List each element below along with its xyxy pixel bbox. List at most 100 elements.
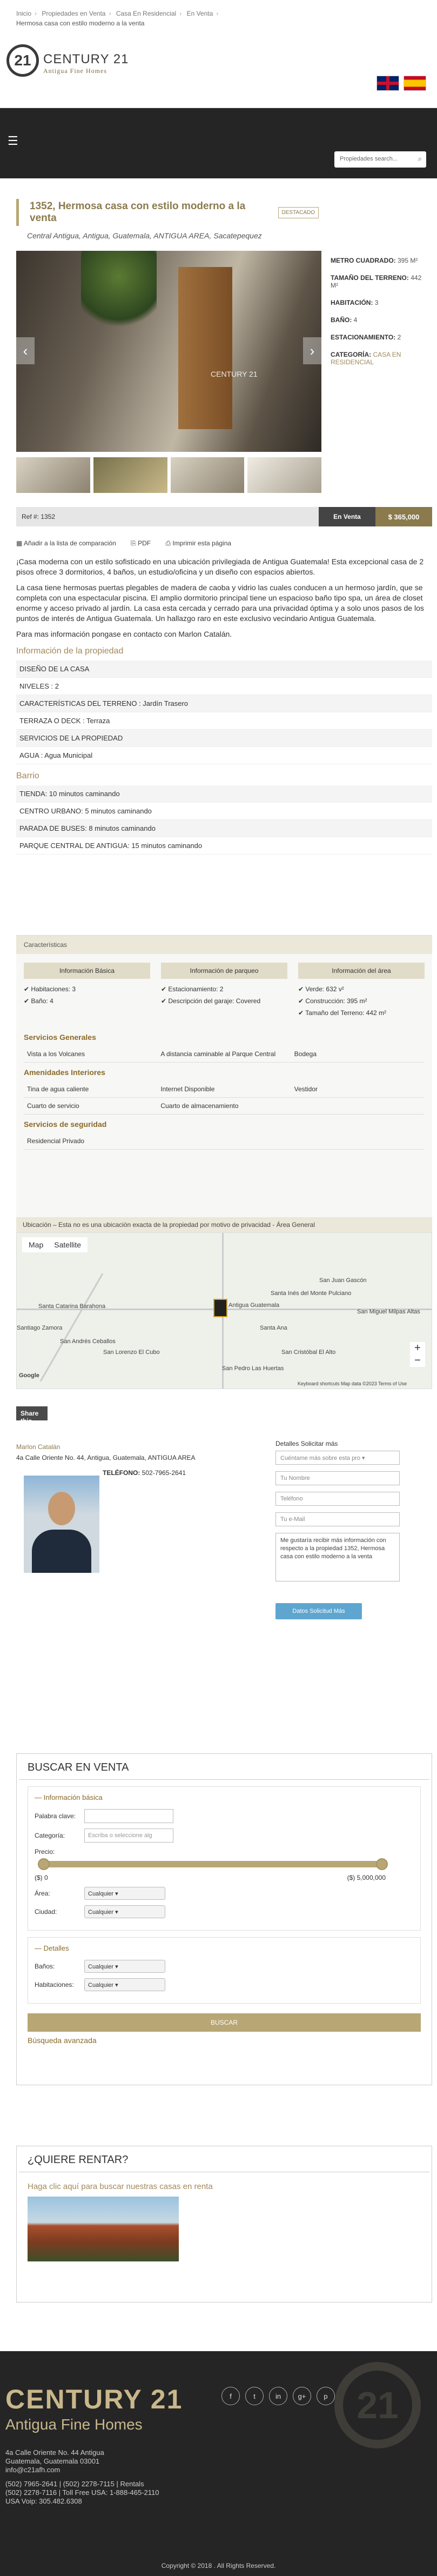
page-title: 1352, Hermosa casa con estilo moderno a … bbox=[30, 201, 246, 224]
linkedin-icon[interactable]: in bbox=[269, 2387, 287, 2405]
amenity-item bbox=[157, 1133, 291, 1150]
feature-col-title: Información del área bbox=[298, 963, 425, 979]
photo-gallery[interactable]: CENTURY 21 ‹ › bbox=[16, 251, 321, 452]
feature-item: ✔ Descripción del garaje: Covered bbox=[161, 997, 261, 1005]
spec-baths: BAÑO: 4 bbox=[331, 316, 358, 324]
google-logo: Google bbox=[19, 1372, 39, 1379]
details-legend: — Detalles bbox=[35, 1944, 69, 1952]
facebook-icon[interactable]: f bbox=[221, 2387, 240, 2405]
rooms-select[interactable]: Cualquier ▾ bbox=[84, 1978, 165, 1991]
submit-request-button[interactable]: Datos Solicitud Más bbox=[275, 1603, 362, 1619]
category-label: Categoría: bbox=[35, 1832, 65, 1839]
site-header: 21 CENTURY 21 Antigua Fine Homes bbox=[0, 38, 437, 108]
feature-item: ✔ Tamaño del Terreno: 442 m² bbox=[298, 1009, 387, 1017]
property-title-block: 1352, Hermosa casa con estilo moderno a … bbox=[16, 199, 319, 226]
search-placeholder: Propiedades search... bbox=[340, 156, 398, 162]
price-slider[interactable] bbox=[38, 1858, 388, 1870]
breadcrumb-sale[interactable]: Propiedades en Venta bbox=[42, 10, 105, 17]
map-pin-icon[interactable] bbox=[213, 1299, 227, 1317]
feature-col-basic: Información Básica ✔ Habitaciones: 3 ✔ B… bbox=[24, 963, 150, 1019]
breadcrumb-home[interactable]: Inicio bbox=[16, 10, 31, 17]
advanced-search-link[interactable]: Búsqueda avanzada bbox=[28, 2036, 421, 2045]
pinterest-icon[interactable]: p bbox=[317, 2387, 335, 2405]
features-panel: Características Información Básica ✔ Hab… bbox=[16, 935, 432, 1217]
search-icon[interactable]: ⌕ bbox=[418, 155, 422, 163]
rent-widget: ¿QUIERE RENTAR? Haga clic aquí para busc… bbox=[16, 2146, 432, 2303]
breadcrumb-forsale[interactable]: En Venta bbox=[187, 10, 213, 17]
map-zoom-control[interactable]: + − bbox=[410, 1342, 425, 1367]
amenity-item: Internet Disponible bbox=[157, 1081, 291, 1098]
amenity-grid: Residencial Privado bbox=[16, 1133, 432, 1150]
map-type-map-button[interactable]: Map bbox=[29, 1240, 43, 1249]
amenity-item: Bodega bbox=[291, 1046, 425, 1063]
gallery-next-icon[interactable]: › bbox=[303, 337, 321, 364]
hamburger-icon[interactable]: ☰ bbox=[8, 134, 18, 148]
thumbnail[interactable] bbox=[16, 457, 90, 493]
feature-item: ✔ Verde: 632 v² bbox=[298, 985, 344, 993]
logo-subtitle: Antigua Fine Homes bbox=[43, 67, 107, 75]
amenity-item: Residencial Privado bbox=[24, 1133, 158, 1150]
social-links: f t in g+ p bbox=[221, 2387, 335, 2405]
logo-brand[interactable]: CENTURY 21 bbox=[43, 52, 129, 67]
pdf-link[interactable]: ⎘ PDF bbox=[131, 539, 157, 547]
breadcrumb-residential[interactable]: Casa En Residencial bbox=[116, 10, 176, 17]
gallery-prev-icon[interactable]: ‹ bbox=[16, 337, 35, 364]
area-select[interactable]: Cualquier ▾ bbox=[84, 1887, 165, 1900]
map-notice: Ubicación – Esta no es una ubicación exa… bbox=[16, 1217, 432, 1232]
map-attribution[interactable]: Keyboard shortcuts Map data ©2023 Terms … bbox=[298, 1381, 407, 1386]
twitter-icon[interactable]: t bbox=[245, 2387, 264, 2405]
copyright: Copyright © 2018 . All Rights Reserved. bbox=[161, 2562, 276, 2570]
thumbnail[interactable] bbox=[247, 457, 321, 493]
thumbnail[interactable] bbox=[93, 457, 167, 493]
map[interactable]: Map Satellite Santa Catarina Barahona San… bbox=[16, 1232, 432, 1389]
thumbnail[interactable] bbox=[170, 457, 245, 493]
barrio-title: Barrio bbox=[16, 771, 39, 780]
price-label: Precio: bbox=[35, 1848, 55, 1856]
barrio-list: TIENDA: 10 minutos caminando CENTRO URBA… bbox=[16, 785, 432, 855]
info-list: DISEÑO DE LA CASA NIVELES : 2 CARACTERÍS… bbox=[16, 660, 432, 764]
info-row: NIVELES : 2 bbox=[16, 678, 432, 695]
share-button[interactable]: Share this bbox=[16, 1406, 48, 1425]
contact-subject-select[interactable]: Cuéntame más sobre esta pro ▾ bbox=[275, 1451, 400, 1465]
agent-card: Marlon Catalán 4a Calle Oriente No. 44, … bbox=[16, 1440, 432, 1619]
gallery-photo-plant bbox=[81, 251, 157, 337]
city-select[interactable]: Cualquier ▾ bbox=[84, 1905, 165, 1918]
footer-brand: CENTURY 21 bbox=[5, 2384, 183, 2414]
feature-item: ✔ Construcción: 395 m² bbox=[298, 997, 367, 1005]
search-input[interactable]: Propiedades search... ⌕ bbox=[334, 151, 426, 168]
footer-email-link[interactable]: info@c21afh.com bbox=[5, 2466, 159, 2474]
price-min-value: ($) 0 bbox=[35, 1874, 48, 1881]
name-field[interactable]: Tu Nombre bbox=[275, 1471, 400, 1485]
message-field[interactable]: Me gustaría recibir más información con … bbox=[275, 1533, 400, 1581]
phone-field[interactable]: Teléfono bbox=[275, 1492, 400, 1506]
flag-english-icon[interactable] bbox=[377, 76, 399, 91]
google-plus-icon[interactable]: g+ bbox=[293, 2387, 311, 2405]
logo-mark[interactable]: 21 bbox=[6, 44, 39, 77]
baths-select[interactable]: Cualquier ▾ bbox=[84, 1960, 165, 1973]
price-min-handle[interactable] bbox=[38, 1858, 50, 1870]
amenity-item: Cuarto de almacenamiento bbox=[157, 1098, 291, 1115]
compare-link[interactable]: ▦ Añadir a la lista de comparación bbox=[16, 539, 123, 547]
search-button[interactable]: BUSCAR bbox=[28, 2013, 421, 2032]
map-place-label: Antigua Guatemala bbox=[228, 1302, 280, 1309]
amenity-group-title: Servicios de seguridad bbox=[24, 1120, 107, 1129]
contact-title: Detalles Solicitar más bbox=[275, 1440, 338, 1447]
category-input[interactable]: Escriba o seleccione alg bbox=[84, 1828, 173, 1843]
flag-spanish-icon[interactable] bbox=[404, 76, 426, 91]
map-type-satellite-button[interactable]: Satellite bbox=[54, 1240, 81, 1249]
footer-logo-mark: 21 bbox=[334, 2362, 421, 2448]
zoom-in-icon[interactable]: + bbox=[410, 1342, 425, 1354]
amenity-grid: Vista a los Volcanes A distancia caminab… bbox=[16, 1046, 432, 1063]
print-link[interactable]: ⎙ Imprimir esta página bbox=[165, 539, 238, 547]
rent-link[interactable]: Haga clic aquí para buscar nuestras casa… bbox=[28, 2182, 421, 2191]
spec-lot: TAMAÑO DEL TERRENO: 442 M² bbox=[331, 274, 422, 289]
info-row: AGUA : Agua Municipal bbox=[16, 747, 432, 764]
zoom-out-icon[interactable]: − bbox=[410, 1354, 425, 1367]
rent-image[interactable] bbox=[28, 2197, 179, 2261]
map-place-label: San Juan Gascón bbox=[319, 1277, 367, 1284]
footer-subtitle: Antigua Fine Homes bbox=[5, 2416, 143, 2433]
email-field[interactable]: Tu e-Mail bbox=[275, 1512, 400, 1526]
price-max-handle[interactable] bbox=[376, 1858, 388, 1870]
info-row: SERVICIOS DE LA PROPIEDAD bbox=[16, 730, 432, 747]
keyword-input[interactable] bbox=[84, 1809, 173, 1823]
